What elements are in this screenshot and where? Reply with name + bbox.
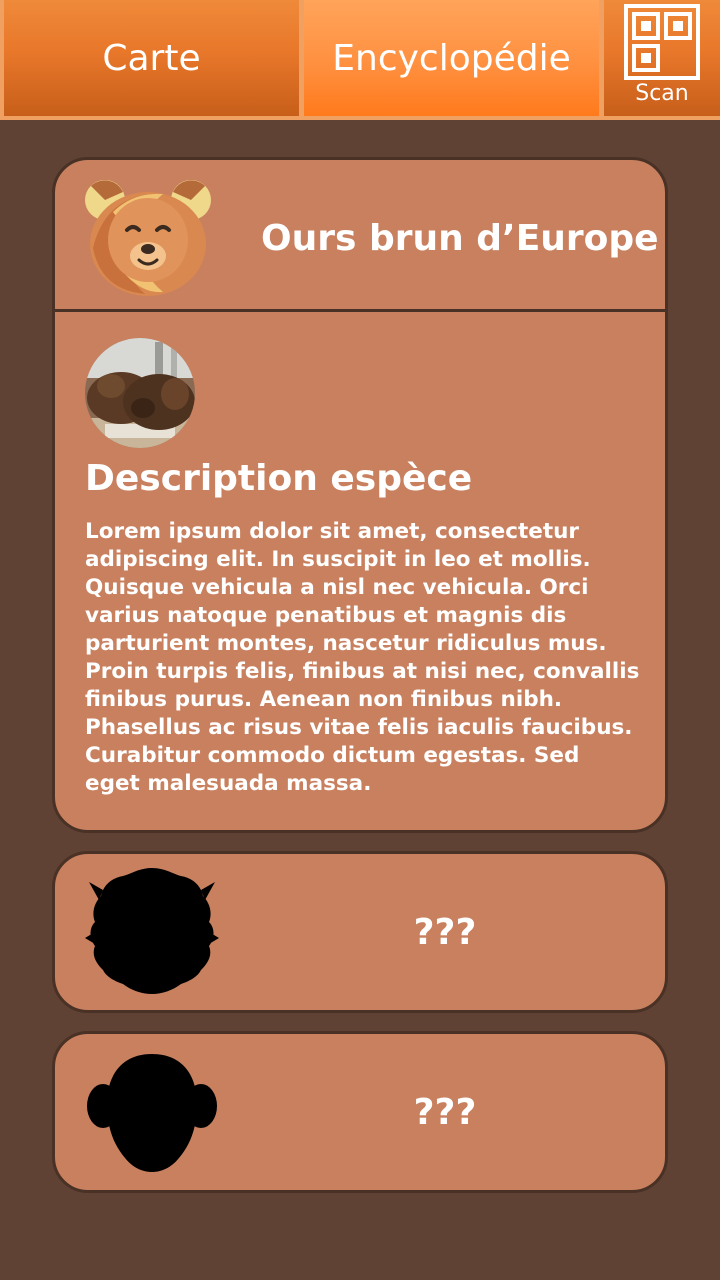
entry-header[interactable]: Ours brun d’Europe: [55, 160, 665, 312]
encyclopedia-entry-bear[interactable]: Ours brun d’Europe Description espèce Lo…: [52, 157, 668, 833]
encyclopedia-entry-locked-2[interactable]: ???: [52, 1031, 668, 1193]
locked-entry-name: ???: [413, 912, 477, 953]
tab-encyclopedie-label: Encyclopédie: [332, 37, 571, 79]
description-title: Description espèce: [85, 458, 473, 499]
tab-encyclopedie[interactable]: Encyclopédie: [304, 0, 599, 116]
lion-silhouette-icon: [85, 868, 219, 994]
encyclopedia-entry-locked-1[interactable]: ???: [52, 851, 668, 1013]
animal-name: Ours brun d’Europe: [261, 218, 659, 259]
bear-face-icon: [85, 180, 211, 296]
monkey-silhouette-icon: [87, 1054, 217, 1172]
tab-carte-label: Carte: [102, 37, 201, 79]
scan-label: Scan: [635, 81, 689, 106]
locked-entry-name: ???: [413, 1092, 477, 1133]
tab-carte[interactable]: Carte: [4, 0, 299, 116]
brown-bears-photo: [85, 338, 195, 448]
scan-button[interactable]: Scan: [604, 0, 720, 116]
top-nav-bar: Carte Encyclopédie Scan: [0, 0, 720, 120]
description-text: Lorem ipsum dolor sit amet, consectetur …: [85, 519, 640, 796]
qr-code-icon: [624, 4, 700, 80]
